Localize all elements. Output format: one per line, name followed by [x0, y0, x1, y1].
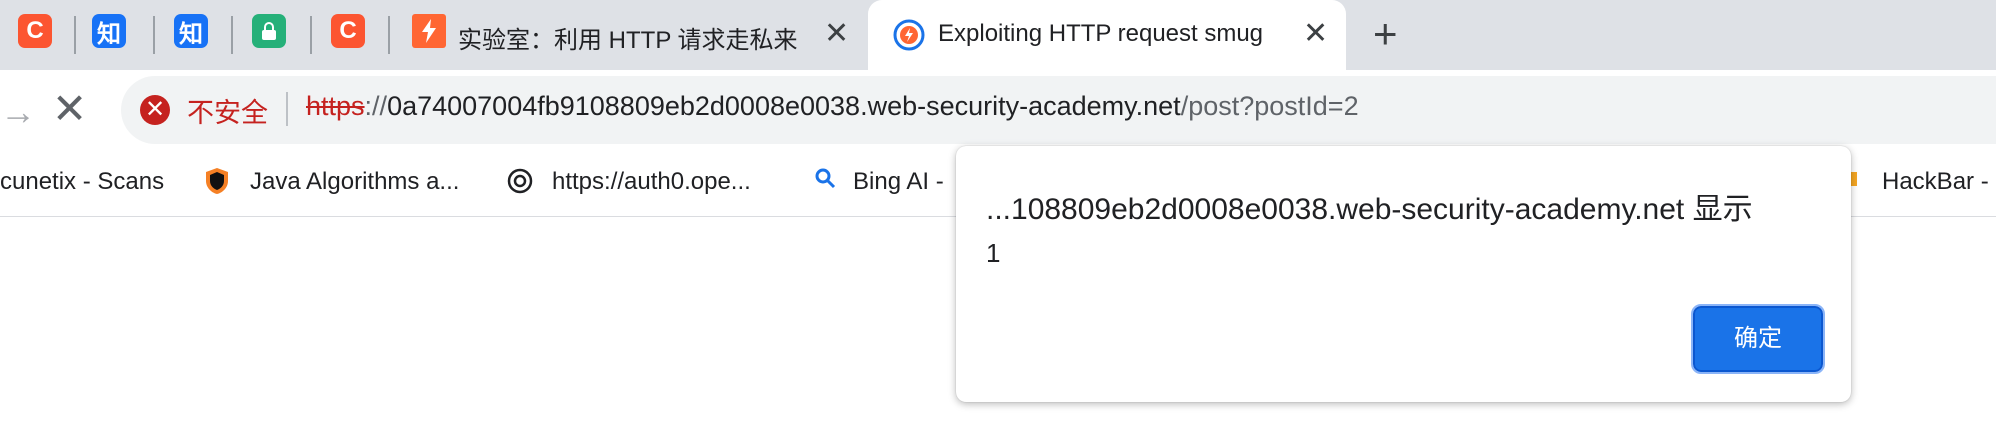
alert-dialog: ...108809eb2d0008e0038.web-security-acad…: [956, 146, 1851, 402]
tab-title-active[interactable]: Exploiting HTTP request smug: [938, 20, 1283, 48]
url-host: 0a74007004fb9108809eb2d0008e0038.web-sec…: [387, 91, 1181, 121]
omnibox-separator: [286, 92, 288, 126]
bookmark-java-algorithms[interactable]: Java Algorithms a...: [250, 168, 459, 196]
tab-close-icon[interactable]: ✕: [824, 19, 849, 49]
tab-title-lab[interactable]: 实验室：利用 HTTP 请求走私来: [458, 20, 806, 55]
lock-icon: [262, 22, 276, 40]
tab-lock-icon[interactable]: [252, 14, 286, 48]
url-path: /post?postId=2: [1180, 91, 1359, 121]
bookmark-acunetix[interactable]: cunetix - Scans: [0, 168, 164, 196]
portswigger-icon: [892, 18, 926, 52]
bookmark-auth0[interactable]: https://auth0.ope...: [552, 168, 751, 196]
tab-separator: [388, 16, 390, 54]
forward-arrow-icon[interactable]: →: [0, 94, 36, 130]
tab-zhihu-icon[interactable]: 知: [174, 14, 208, 48]
bookmark-hackbar[interactable]: HackBar -: [1882, 168, 1989, 196]
url-scheme: https: [306, 91, 365, 121]
lightning-icon: [412, 14, 446, 48]
url-text[interactable]: https://0a74007004fb9108809eb2d0008e0038…: [306, 91, 1359, 122]
dialog-message: 1: [986, 238, 1001, 268]
dialog-title: ...108809eb2d0008e0038.web-security-acad…: [986, 193, 1753, 226]
tab-zhihu-icon[interactable]: 知: [92, 14, 126, 48]
search-icon: [810, 166, 840, 196]
not-secure-icon[interactable]: ✕: [140, 95, 170, 125]
ok-button[interactable]: 确定: [1691, 304, 1825, 374]
stop-loading-icon[interactable]: ✕: [52, 88, 87, 130]
princeton-shield-icon: [202, 166, 232, 196]
openai-icon: [505, 166, 535, 196]
tab-separator: [231, 16, 233, 54]
tab-csdn-icon[interactable]: C: [18, 14, 52, 48]
not-secure-label[interactable]: 不安全: [187, 91, 268, 130]
new-tab-button[interactable]: +: [1373, 13, 1398, 55]
tab-close-icon[interactable]: ✕: [1303, 19, 1328, 49]
tab-csdn-icon[interactable]: C: [331, 14, 365, 48]
url-separator: ://: [364, 91, 388, 121]
tab-separator: [310, 16, 312, 54]
tab-separator: [74, 16, 76, 54]
tab-separator: [153, 16, 155, 54]
bookmark-bing-ai[interactable]: Bing AI -: [853, 168, 944, 196]
